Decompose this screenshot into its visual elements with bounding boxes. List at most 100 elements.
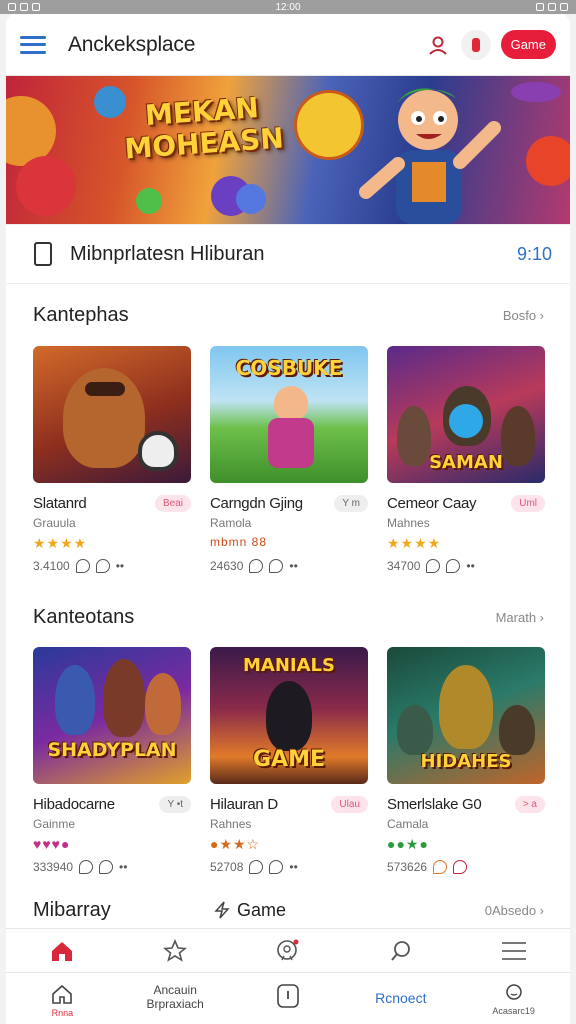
banner-title: MEKAN MOHEASN [123, 91, 285, 166]
game-thumbnail[interactable]: SHADYPLAN [33, 647, 191, 784]
more-icon[interactable]: •• [466, 559, 474, 573]
chat-icon[interactable] [446, 559, 461, 573]
tab-search[interactable] [381, 936, 421, 966]
game-badge: Ulau [331, 796, 368, 813]
lightning-icon [214, 901, 230, 919]
game-category: Rahnes [210, 817, 252, 831]
game-thumbnail[interactable]: HIDAHES [387, 647, 545, 784]
play-count: 24630 [210, 559, 244, 573]
status-left-icons [8, 3, 40, 11]
nav-item-4-label: Rcnoect [375, 990, 427, 1006]
nav-item-2[interactable]: Ancauin Brpraxiach [125, 983, 225, 1011]
game-meta: 333940 •• [33, 860, 191, 874]
status-time: 12:00 [275, 1, 301, 13]
comment-icon[interactable] [75, 559, 90, 573]
nav-account[interactable]: Acasarc19 [464, 983, 564, 1017]
game-meta: 573626 [387, 860, 545, 874]
rating-stars: ●●★● [387, 836, 429, 852]
promo-banner[interactable]: MEKAN MOHEASN [6, 76, 570, 224]
chat-icon[interactable] [269, 559, 284, 573]
mini-game-link[interactable]: Game [213, 900, 485, 921]
section-header-kanteotans: Kanteotans Marath › [6, 587, 570, 647]
thumb-label: GAME [252, 747, 325, 772]
more-icon[interactable]: •• [289, 860, 297, 874]
emoji-icon[interactable] [433, 860, 448, 874]
nav-item-2-label: Ancauin Brpraxiach [146, 983, 204, 1011]
game-badge: > a [514, 796, 545, 813]
tab-bar [6, 928, 570, 972]
mini-section-header: Mibarray Game 0Absedo › [6, 890, 570, 930]
game-category: Camala [387, 817, 429, 831]
comment-icon[interactable] [249, 860, 264, 874]
hiburan-header[interactable]: Mibnprlatesn Hliburan 9:10 [6, 224, 570, 284]
more-icon[interactable]: •• [116, 559, 124, 573]
game-meta: 3.4100 •• [33, 559, 191, 573]
game-meta: 24630 •• [210, 559, 368, 573]
chat-icon[interactable] [95, 559, 110, 573]
game-category: Ramola [210, 516, 252, 530]
game-card[interactable]: SHADYPLAN Hibadocarne Y •t Gainme ♥♥♥● 3… [33, 647, 191, 874]
play-count: 573626 [387, 860, 428, 874]
user-icon[interactable] [427, 34, 449, 56]
thumb-label: SAMAN [429, 452, 503, 473]
game-button[interactable]: Game [500, 30, 556, 59]
game-category: Grauula [33, 516, 76, 530]
game-card[interactable]: Slatanrd Beai Grauula ★★★★ 3.4100 •• [33, 346, 191, 573]
comment-icon[interactable] [249, 559, 264, 573]
search-icon [391, 940, 410, 961]
play-count: 52708 [210, 860, 244, 874]
game-thumbnail[interactable]: MANIALS GAME [210, 647, 368, 784]
game-card[interactable]: HIDAHES Smerlslake G0 > a Camala ●●★● 57… [387, 647, 545, 874]
game-badge: Beai [154, 495, 191, 512]
account-icon [505, 984, 522, 1000]
game-name: Cemeor Caay [387, 495, 477, 512]
hamburger-menu-icon[interactable] [20, 35, 46, 54]
game-name: Carngdn Gjing [210, 495, 303, 512]
section-title: Kanteotans [33, 605, 135, 628]
game-category: Mahnes [387, 516, 430, 530]
tablet-icon [34, 242, 52, 266]
chat-icon[interactable] [99, 860, 114, 874]
game-thumbnail[interactable]: SAMAN [387, 346, 545, 483]
see-more-link[interactable]: Bosfo › [503, 308, 544, 323]
hiburan-title: Mibnprlatesn Hliburan [70, 242, 265, 265]
game-name: Hilauran D [210, 796, 278, 813]
comment-icon[interactable] [79, 860, 94, 874]
home-icon [52, 941, 73, 961]
home-outline-icon [52, 984, 73, 1004]
nav-home[interactable]: Rnna [12, 983, 112, 1019]
game-thumbnail[interactable]: COSBUKE [210, 346, 368, 483]
gift-icon[interactable] [453, 860, 468, 874]
flag-icon[interactable] [460, 29, 491, 60]
rating-stars: ●★★☆ [210, 836, 261, 852]
comment-icon[interactable] [426, 559, 441, 573]
thumb-label: SHADYPLAN [47, 739, 177, 761]
mini-see-more-link[interactable]: 0Absedo › [485, 903, 544, 918]
nav-alerts[interactable] [238, 983, 338, 1009]
nav-item-4[interactable]: Rcnoect [351, 983, 451, 1005]
mini-mid-label: Game [237, 899, 287, 920]
section-title: Kantephas [33, 303, 129, 326]
game-card[interactable]: COSBUKE Carngdn Gjing Y m Ramola mbmn 88… [210, 346, 368, 573]
more-icon[interactable]: •• [119, 860, 127, 874]
tab-menu[interactable] [494, 936, 534, 966]
game-badge: Uml [511, 495, 545, 512]
tab-home[interactable] [42, 936, 82, 966]
rating-stars: ♥♥♥● [33, 836, 71, 852]
status-right-icons [536, 3, 568, 11]
rating-stars: ★★★★ [33, 535, 88, 551]
more-icon[interactable]: •• [289, 559, 297, 573]
game-meta: 52708 •• [210, 860, 368, 874]
card-row-2: SHADYPLAN Hibadocarne Y •t Gainme ♥♥♥● 3… [6, 647, 570, 874]
rating-stars: mbmn 88 [210, 535, 268, 549]
see-more-link[interactable]: Marath › [496, 610, 544, 625]
game-thumbnail[interactable] [33, 346, 191, 483]
game-card[interactable]: SAMAN Cemeor Caay Uml Mahnes ★★★★ 34700 … [387, 346, 545, 573]
app-window: Anckeksplace Game MEKAN MOHEASN Mibnprla… [6, 14, 570, 1024]
game-meta: 34700 •• [387, 559, 545, 573]
game-card[interactable]: MANIALS GAME Hilauran D Ulau Rahnes ●★★☆… [210, 647, 368, 874]
tab-profile[interactable] [268, 936, 308, 966]
tab-favorites[interactable] [155, 936, 195, 966]
chat-icon[interactable] [269, 860, 284, 874]
play-count: 3.4100 [33, 559, 70, 573]
